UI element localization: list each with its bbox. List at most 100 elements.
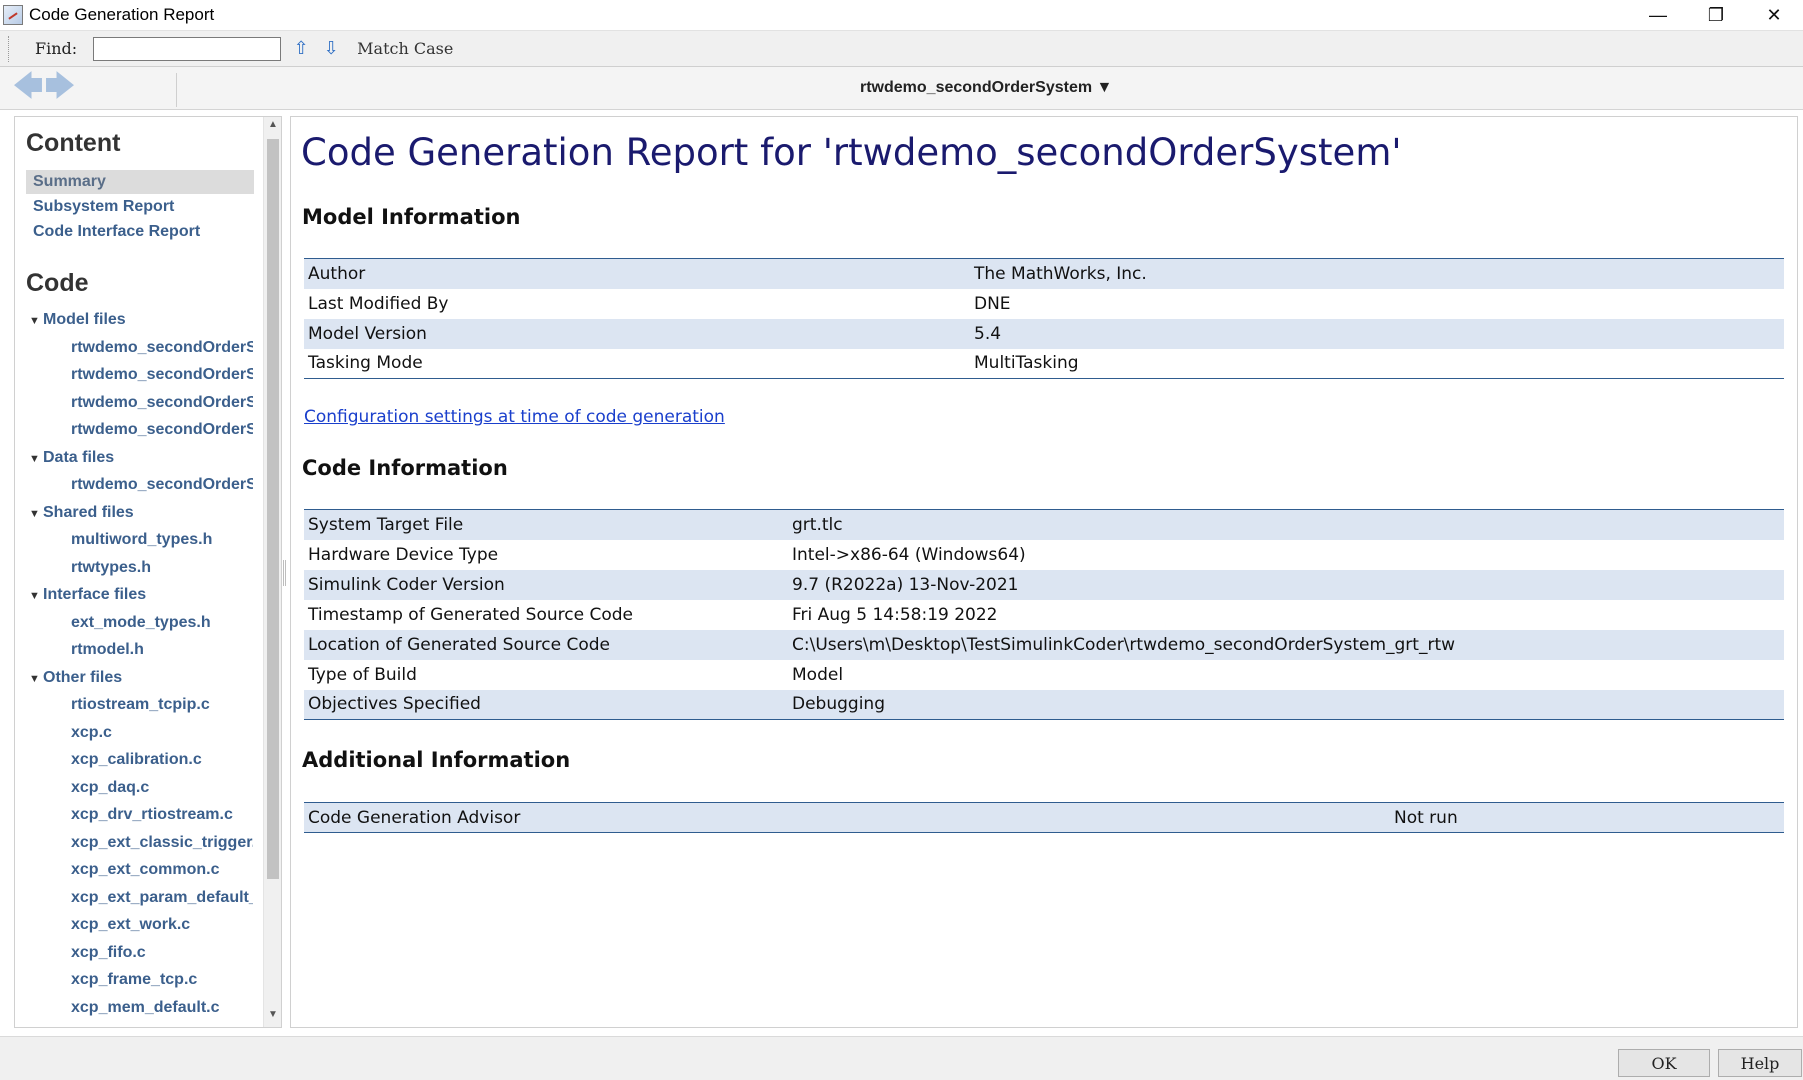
configuration-settings-link[interactable]: Configuration settings at time of code g… xyxy=(304,407,725,427)
table-cell-label: Last Modified By xyxy=(308,293,449,314)
scroll-down-icon[interactable]: ▼ xyxy=(264,1009,281,1025)
nav-link-subsystem-report[interactable]: Subsystem Report xyxy=(26,195,254,219)
table-row: Objectives Specified Debugging xyxy=(304,689,1784,720)
table-row: Location of Generated Source Code C:\Use… xyxy=(304,629,1784,660)
file-link[interactable]: rtwtypes.h xyxy=(71,557,253,579)
toolbar-grip[interactable] xyxy=(8,35,11,62)
file-link[interactable]: rtiostream_tcpip.c xyxy=(71,694,253,716)
table-cell-value: 9.7 (R2022a) 13-Nov-2021 xyxy=(792,574,1019,595)
dialog-button-bar: OK Help xyxy=(0,1036,1803,1080)
caret-down-icon: ▼ xyxy=(29,673,40,685)
app-icon xyxy=(3,5,23,25)
table-cell-label: Code Generation Advisor xyxy=(308,807,521,828)
table-cell-label: Timestamp of Generated Source Code xyxy=(308,604,633,625)
table-cell-value: Debugging xyxy=(792,694,885,715)
group-shared-files[interactable]: ▼ Shared files xyxy=(29,502,134,525)
table-cell-value: C:\Users\m\Desktop\TestSimulinkCoder\rtw… xyxy=(792,634,1456,655)
table-cell-value: Not run xyxy=(1394,807,1458,828)
nav-link-code-interface-report[interactable]: Code Interface Report xyxy=(26,220,254,244)
find-toolbar: Find: ⇧ ⇩ Match Case xyxy=(0,30,1803,66)
file-link[interactable]: ext_mode_types.h xyxy=(71,612,253,634)
group-label: Data files xyxy=(43,449,115,466)
group-model-files[interactable]: ▼ Model files xyxy=(29,309,126,332)
report-title: Code Generation Report for 'rtwdemo_seco… xyxy=(301,131,1402,174)
table-row: Simulink Coder Version 9.7 (R2022a) 13-N… xyxy=(304,569,1784,600)
table-cell-label: System Target File xyxy=(308,514,464,535)
contents-panel: Content Summary Subsystem Report Code In… xyxy=(14,116,282,1028)
table-row: Code Generation Advisor Not run xyxy=(304,802,1784,833)
table-cell-label: Tasking Mode xyxy=(308,353,423,374)
table-cell-value: 5.4 xyxy=(974,323,1002,344)
minimize-icon[interactable]: — xyxy=(1629,0,1687,30)
table-row: Type of Build Model xyxy=(304,660,1784,690)
table-cell-label: Location of Generated Source Code xyxy=(308,634,610,655)
table-row: Timestamp of Generated Source Code Fri A… xyxy=(304,600,1784,630)
file-link[interactable]: xcp_ext_work.c xyxy=(71,914,253,936)
file-link[interactable]: xcp_fifo.c xyxy=(71,942,253,964)
file-link[interactable]: rtmodel.h xyxy=(71,639,253,661)
code-heading: Code xyxy=(26,269,89,297)
file-link[interactable]: rtwdemo_secondOrderSystem.c xyxy=(71,337,253,359)
file-link[interactable]: xcp_frame_tcp.c xyxy=(71,969,253,991)
help-button[interactable]: Help xyxy=(1718,1049,1802,1077)
file-link[interactable]: xcp.c xyxy=(71,722,253,744)
forward-arrow-icon[interactable]: 🡆 xyxy=(44,69,76,104)
find-next-icon[interactable]: ⇩ xyxy=(321,38,341,60)
model-info-table: Author The MathWorks, Inc. Last Modified… xyxy=(304,258,1784,379)
group-data-files[interactable]: ▼ Data files xyxy=(29,447,114,470)
content-heading: Content xyxy=(26,129,121,157)
contents-list: Content Summary Subsystem Report Code In… xyxy=(15,117,265,1027)
table-row: Tasking Mode MultiTasking xyxy=(304,349,1784,379)
table-cell-value: Intel->x86-64 (Windows64) xyxy=(792,544,1026,565)
table-cell-value: grt.tlc xyxy=(792,514,843,535)
group-other-files[interactable]: ▼ Other files xyxy=(29,667,122,690)
file-link[interactable]: xcp_daq.c xyxy=(71,777,253,799)
panel-splitter[interactable] xyxy=(283,560,286,586)
group-label: Model files xyxy=(43,311,126,328)
history-buttons: 🡄 🡆 xyxy=(12,69,76,104)
group-label: Shared files xyxy=(43,504,134,521)
sidebar-scrollbar[interactable]: ▲ ▼ xyxy=(263,117,281,1027)
table-cell-value: Fri Aug 5 14:58:19 2022 xyxy=(792,604,998,625)
file-link[interactable]: xcp_ext_param_default_tgt.c xyxy=(71,887,253,909)
table-cell-label: Author xyxy=(308,263,366,284)
additional-info-heading: Additional Information xyxy=(302,748,571,772)
ok-button[interactable]: OK xyxy=(1618,1049,1710,1077)
file-link[interactable]: xcp_ext_classic_trigger.c xyxy=(71,832,253,854)
model-selector[interactable]: rtwdemo_secondOrderSystem ▼ xyxy=(860,79,1112,97)
caret-down-icon: ▼ xyxy=(29,453,40,465)
scroll-thumb[interactable] xyxy=(267,139,279,879)
file-link[interactable]: rtwdemo_secondOrderSystem.h xyxy=(71,364,253,386)
find-input[interactable] xyxy=(93,36,282,61)
group-label: Other files xyxy=(43,669,123,686)
back-arrow-icon[interactable]: 🡄 xyxy=(12,69,44,104)
group-interface-files[interactable]: ▼ Interface files xyxy=(29,584,146,607)
file-link[interactable]: rtwdemo_secondOrderSystem_private.h xyxy=(71,392,253,414)
caret-down-icon: ▼ xyxy=(29,315,40,327)
restore-icon[interactable]: ❐ xyxy=(1687,0,1745,30)
table-cell-value: The MathWorks, Inc. xyxy=(974,263,1147,284)
file-link[interactable]: xcp_calibration.c xyxy=(71,749,253,771)
caret-down-icon: ▼ xyxy=(29,508,40,520)
find-previous-icon[interactable]: ⇧ xyxy=(291,38,311,60)
file-link[interactable]: rtwdemo_secondOrderSystem_types.h xyxy=(71,419,253,441)
file-link[interactable]: xcp_ext_common.c xyxy=(71,859,253,881)
nav-link-summary[interactable]: Summary xyxy=(26,170,254,194)
file-link[interactable]: rtwdemo_secondOrderSystem_data.c xyxy=(71,474,253,496)
table-cell-label: Model Version xyxy=(308,323,427,344)
caret-down-icon: ▼ xyxy=(29,590,40,602)
scroll-up-icon[interactable]: ▲ xyxy=(264,119,281,135)
file-link[interactable]: xcp_mem_default.c xyxy=(71,997,253,1019)
match-case-toggle[interactable]: Match Case xyxy=(357,39,453,58)
code-info-heading: Code Information xyxy=(302,456,508,480)
file-link[interactable]: multiword_types.h xyxy=(71,529,253,551)
file-link[interactable]: xcp_drv_rtiostream.c xyxy=(71,804,253,826)
report-panel: Code Generation Report for 'rtwdemo_seco… xyxy=(290,116,1798,1028)
table-row: System Target File grt.tlc xyxy=(304,509,1784,540)
navigation-bar: 🡄 🡆 rtwdemo_secondOrderSystem ▼ xyxy=(0,66,1803,110)
table-cell-label: Hardware Device Type xyxy=(308,544,499,565)
close-icon[interactable]: ✕ xyxy=(1745,0,1803,30)
table-row: Last Modified By DNE xyxy=(304,289,1784,319)
table-row: Model Version 5.4 xyxy=(304,318,1784,349)
table-cell-value: MultiTasking xyxy=(974,353,1079,374)
